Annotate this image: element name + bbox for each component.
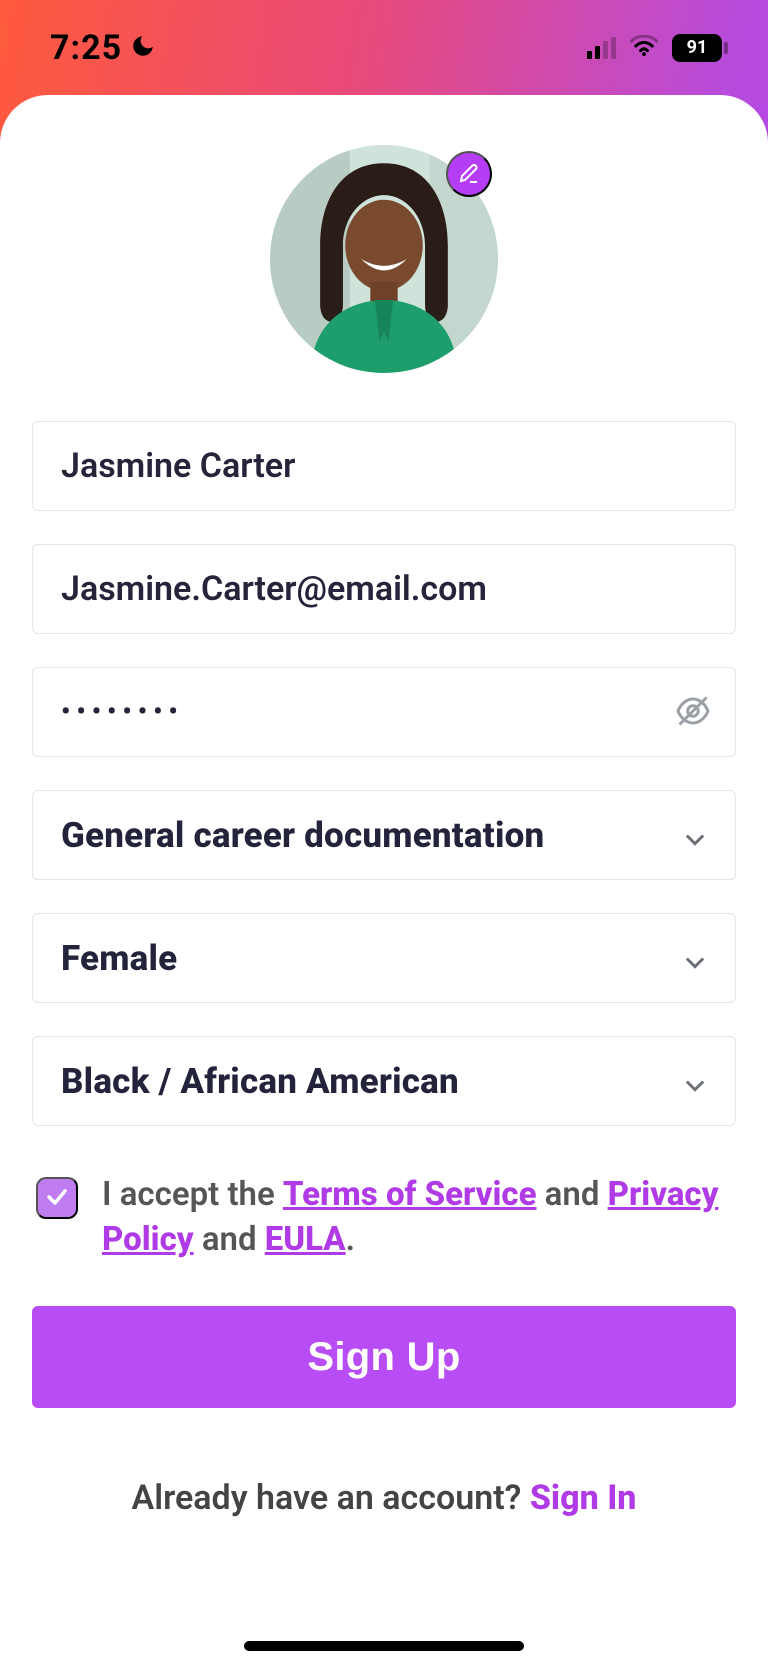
password-mask: •••••••• bbox=[61, 697, 184, 727]
terms-suffix: . bbox=[346, 1220, 355, 1259]
signup-button[interactable]: Sign Up bbox=[32, 1306, 736, 1408]
tos-link[interactable]: Terms of Service bbox=[283, 1175, 537, 1214]
moon-icon bbox=[130, 28, 156, 68]
status-bar: 7:25 91 bbox=[0, 0, 768, 95]
eula-link[interactable]: EULA bbox=[265, 1220, 346, 1259]
avatar-container bbox=[270, 145, 498, 373]
status-right: 91 bbox=[587, 34, 728, 62]
gender-select[interactable]: Female bbox=[32, 913, 736, 1003]
chevron-down-icon bbox=[681, 944, 709, 972]
battery-icon: 91 bbox=[672, 34, 728, 62]
edit-avatar-button[interactable] bbox=[446, 151, 492, 197]
gender-value: Female bbox=[61, 938, 177, 979]
name-input[interactable] bbox=[61, 422, 707, 510]
signup-card: •••••••• General career documentation Fe… bbox=[0, 95, 768, 1665]
terms-text: I accept the Terms of Service and Privac… bbox=[102, 1173, 736, 1262]
terms-mid1: and bbox=[536, 1175, 607, 1214]
name-field[interactable] bbox=[32, 421, 736, 511]
cellular-icon bbox=[587, 37, 616, 59]
email-input[interactable] bbox=[61, 545, 707, 633]
ethnicity-select[interactable]: Black / African American bbox=[32, 1036, 736, 1126]
battery-level: 91 bbox=[687, 37, 708, 58]
chevron-down-icon bbox=[681, 1067, 709, 1095]
chevron-down-icon bbox=[681, 821, 709, 849]
status-time: 7:25 bbox=[50, 28, 122, 68]
toggle-password-visibility-button[interactable] bbox=[673, 692, 713, 732]
signin-link[interactable]: Sign In bbox=[530, 1478, 637, 1518]
purpose-select[interactable]: General career documentation bbox=[32, 790, 736, 880]
check-icon bbox=[45, 1185, 69, 1212]
home-indicator bbox=[244, 1641, 524, 1651]
pencil-icon bbox=[457, 161, 481, 188]
status-left: 7:25 bbox=[50, 28, 156, 68]
email-field[interactable] bbox=[32, 544, 736, 634]
ethnicity-value: Black / African American bbox=[61, 1061, 459, 1102]
eye-off-icon bbox=[675, 693, 711, 732]
wifi-icon bbox=[630, 35, 658, 61]
footer-question: Already have an account? bbox=[132, 1478, 530, 1518]
terms-checkbox[interactable] bbox=[36, 1177, 78, 1219]
terms-row: I accept the Terms of Service and Privac… bbox=[32, 1159, 736, 1262]
password-field[interactable]: •••••••• bbox=[32, 667, 736, 757]
footer-row: Already have an account? Sign In bbox=[32, 1478, 736, 1518]
terms-prefix: I accept the bbox=[102, 1175, 283, 1214]
screen: 7:25 91 bbox=[0, 0, 768, 1665]
terms-mid2: and bbox=[194, 1220, 265, 1259]
purpose-value: General career documentation bbox=[61, 815, 544, 856]
